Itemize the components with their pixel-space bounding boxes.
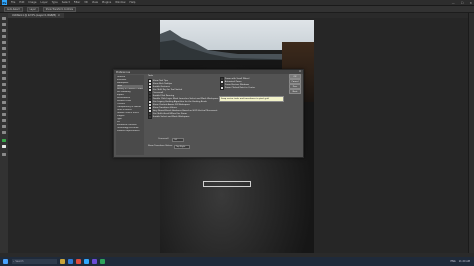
close-dialog-icon[interactable]: ✕ <box>299 70 301 73</box>
taskbar-search[interactable]: ⌕ Search <box>12 259 57 264</box>
blur-tool-icon[interactable] <box>2 89 6 92</box>
path-select-tool-icon[interactable] <box>2 113 6 116</box>
file-explorer-icon[interactable] <box>60 259 65 264</box>
checkbox-unchecked[interactable] <box>148 115 152 119</box>
selection-marquee <box>203 181 251 187</box>
menu-help[interactable]: Help <box>130 1 136 4</box>
windows-taskbar: ⌕ Search ENG 11:20 AM <box>0 257 474 266</box>
nav-item-product-improvement[interactable]: Product Improvement <box>117 130 143 133</box>
preferences-dialog: Preferences ✕ General Interface Workspac… <box>113 69 304 158</box>
layer-dropdown[interactable]: Layer <box>26 6 39 12</box>
option-label: Enable Select and Mask Workspace <box>152 115 190 118</box>
menu-filter[interactable]: Filter <box>74 1 80 4</box>
system-tray: ENG 11:20 AM <box>450 257 470 266</box>
photoshop-logo-icon: Ps <box>2 0 7 5</box>
background-color-swatch[interactable] <box>2 145 6 148</box>
search-placeholder: Search <box>15 260 24 263</box>
transform-values-dropdown[interactable]: Top Right <box>174 144 190 150</box>
foreground-color-swatch[interactable] <box>2 139 6 142</box>
photoshop-taskbar-icon[interactable] <box>84 259 89 264</box>
preferences-title: Preferences <box>116 70 131 74</box>
type-tool-icon[interactable] <box>2 107 6 110</box>
healing-brush-tool-icon[interactable] <box>2 53 6 56</box>
move-tool-icon[interactable] <box>2 17 6 20</box>
menu-plugins[interactable]: Plugins <box>102 1 111 4</box>
show-transform-controls-option[interactable]: Show Transform Controls <box>42 6 76 12</box>
marquee-tool-icon[interactable] <box>2 23 6 26</box>
option-row[interactable]: Enable Select and Mask Workspace <box>148 115 190 119</box>
history-brush-tool-icon[interactable] <box>2 71 6 74</box>
preferences-body: Tools Show Tool Tips Show Rich Tooltips … <box>146 75 286 155</box>
eraser-tool-icon[interactable] <box>2 77 6 80</box>
auto-select-option[interactable]: Auto-Select <box>4 6 23 12</box>
overscroll-label: Overscroll <box>158 138 169 140</box>
quick-select-tool-icon[interactable] <box>2 35 6 38</box>
menu-edit[interactable]: Edit <box>19 1 24 4</box>
edge-icon[interactable] <box>68 259 73 264</box>
zoom-tool-icon[interactable] <box>2 131 6 134</box>
menu-select[interactable]: Select <box>62 1 70 4</box>
minimize-icon[interactable]: — <box>452 1 455 5</box>
menu-file[interactable]: File <box>11 1 15 4</box>
overscroll-dropdown[interactable]: Off <box>172 137 184 143</box>
clone-stamp-tool-icon[interactable] <box>2 65 6 68</box>
hand-tool-icon[interactable] <box>2 125 6 128</box>
start-icon[interactable] <box>3 259 8 264</box>
close-icon[interactable]: ✕ <box>469 1 472 5</box>
checkbox-checked[interactable] <box>220 86 224 90</box>
option-label: Zoom Clicked Point to Center <box>224 86 256 89</box>
options-heading: Tools <box>148 75 154 77</box>
pen-tool-icon[interactable] <box>2 101 6 104</box>
tooltip: Snap vector tools and transforms to pixe… <box>219 96 284 102</box>
option-row[interactable]: Zoom Clicked Point to Center <box>220 86 255 90</box>
search-icon: ⌕ <box>13 260 15 263</box>
menu-3d[interactable]: 3D <box>84 1 88 4</box>
quick-mask-icon[interactable] <box>2 153 6 156</box>
clock[interactable]: 11:20 AM <box>459 260 470 263</box>
language-indicator[interactable]: ENG <box>450 260 455 263</box>
transform-values-label: Show Transform Values: <box>148 145 173 147</box>
next-button[interactable]: Next <box>289 89 301 95</box>
preferences-nav: General Interface Workspace Tools Histor… <box>116 75 144 155</box>
options-bar: Auto-Select Layer Show Transform Control… <box>0 6 474 13</box>
menu-window[interactable]: Window <box>115 1 125 4</box>
document-tab-title: Untitled-1 @ 12.5% (Layer 0, RGB/8) <box>12 14 56 17</box>
menu-layer[interactable]: Layer <box>41 1 48 4</box>
menu-view[interactable]: View <box>92 1 98 4</box>
dodge-tool-icon[interactable] <box>2 95 6 98</box>
maximize-icon[interactable]: ☐ <box>461 1 464 5</box>
shape-tool-icon[interactable] <box>2 119 6 122</box>
right-panel-strip <box>468 13 474 253</box>
close-tab-icon[interactable]: ✕ <box>58 14 60 17</box>
menu-type[interactable]: Type <box>52 1 58 4</box>
brush-tool-icon[interactable] <box>2 59 6 62</box>
lasso-tool-icon[interactable] <box>2 29 6 32</box>
gradient-tool-icon[interactable] <box>2 83 6 86</box>
crop-tool-icon[interactable] <box>2 41 6 44</box>
app-icon[interactable] <box>100 259 105 264</box>
menu-image[interactable]: Image <box>28 1 36 4</box>
app-icon[interactable] <box>92 259 97 264</box>
eyedropper-tool-icon[interactable] <box>2 47 6 50</box>
chrome-icon[interactable] <box>76 259 81 264</box>
preferences-title-bar: Preferences ✕ <box>114 70 303 74</box>
